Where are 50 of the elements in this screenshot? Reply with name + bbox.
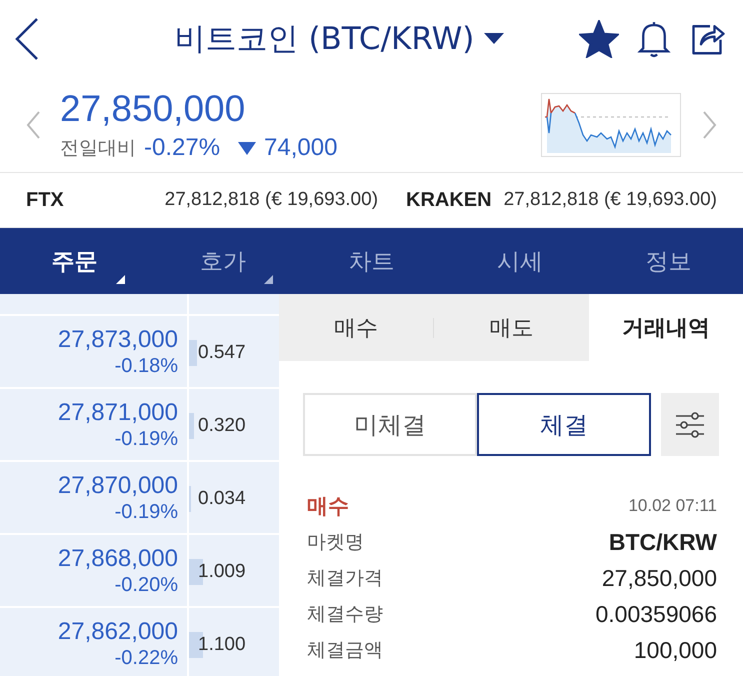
order-price: 27,871,000 [58, 398, 178, 426]
exchange-name: KRAKEN [406, 188, 492, 212]
exchange-price: 27,812,818 (€ 19,693.00) [164, 189, 378, 211]
order-quantity: 1.009 [198, 560, 246, 582]
field-value: 0.00359066 [595, 600, 717, 628]
change-percent: -0.27% [144, 134, 220, 162]
order-change: -0.20% [114, 572, 178, 598]
field-label: 마켓명 [307, 530, 364, 555]
nav-tab[interactable]: 시세 [446, 228, 594, 294]
order-quantity: 0.320 [198, 414, 246, 436]
bell-icon[interactable] [635, 19, 673, 59]
nav-tab[interactable]: 차트 [297, 228, 446, 294]
filter-tab[interactable]: 체결 [477, 393, 651, 456]
trade-side: 매수 [307, 493, 349, 520]
field-label: 체결금액 [307, 638, 383, 663]
order-change: -0.19% [114, 500, 178, 524]
order-change: -0.18% [114, 354, 178, 378]
field-value: 27,850,000 [602, 564, 717, 592]
field-value: BTC/KRW [608, 528, 717, 556]
change-amount: 74,000 [264, 134, 338, 162]
field-label: 체결수량 [307, 602, 383, 627]
caret-icon[interactable] [484, 33, 504, 45]
nav-tab[interactable]: 정보 [594, 228, 743, 294]
current-price: 27,850,000 [60, 88, 246, 130]
field-label: 체결가격 [307, 566, 383, 591]
order-tab[interactable]: 매도 [434, 294, 589, 361]
order-price: 27,862,000 [58, 616, 178, 646]
order-quantity: 0.547 [198, 342, 246, 364]
filter-tab[interactable]: 미체결 [303, 393, 477, 456]
order-change: -0.19% [114, 426, 178, 452]
order-change: -0.22% [114, 646, 178, 670]
order-price: 27,868,000 [58, 544, 178, 572]
order-quantity: 0.034 [198, 488, 246, 510]
page-title[interactable]: 비트코인 (BTC/KRW) [174, 18, 474, 60]
nav-tab[interactable]: 주문 [0, 228, 149, 294]
order-tab[interactable]: 거래내역 [588, 294, 743, 361]
sliders-icon [674, 410, 706, 438]
field-value: 100,000 [634, 636, 717, 664]
order-price: 27,870,000 [58, 470, 178, 500]
back-icon[interactable] [14, 17, 40, 61]
star-icon[interactable] [579, 20, 619, 58]
exchange-name: FTX [26, 188, 64, 212]
exchange-price: 27,812,818 (€ 19,693.00) [504, 189, 717, 211]
nav-tab[interactable]: 호가 [148, 228, 298, 294]
order-price: 27,873,000 [58, 324, 178, 354]
order-quantity: 1.100 [198, 634, 246, 656]
filter-settings-button[interactable] [661, 393, 719, 456]
order-tab[interactable]: 매수 [279, 294, 434, 361]
trade-time: 10.02 07:11 [628, 496, 717, 516]
change-label: 전일대비 [60, 136, 136, 161]
